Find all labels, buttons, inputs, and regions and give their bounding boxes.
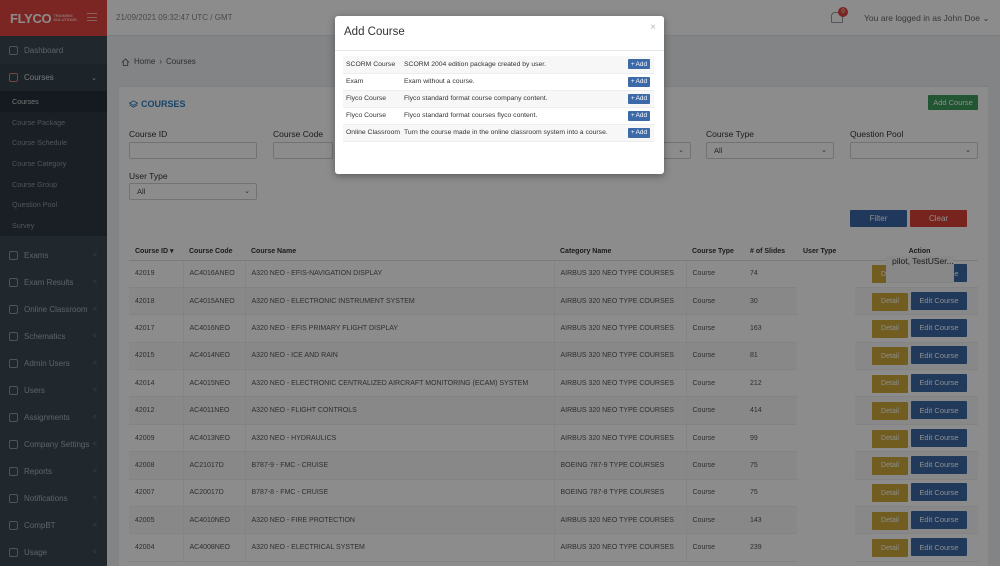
modal-divider <box>335 50 664 51</box>
course-type-description: Flyco standard format courses flyco cont… <box>404 107 624 125</box>
plus-icon: + <box>630 129 635 136</box>
add-course-type-button[interactable]: + Add <box>627 59 650 70</box>
course-type-row: Flyco Course Flyco standard format course… <box>343 90 654 108</box>
plus-icon: + <box>630 60 635 68</box>
plus-icon: + <box>630 78 635 85</box>
course-type-name: Online Classroom <box>343 124 404 142</box>
close-icon[interactable]: × <box>650 22 656 33</box>
course-type-description: Flyco standard format course company con… <box>404 90 624 108</box>
plus-icon: + <box>630 112 635 119</box>
course-type-name: Exam <box>343 73 404 91</box>
course-type-row: Online Classroom Turn the course made in … <box>343 124 654 142</box>
plus-icon: + <box>630 95 635 102</box>
course-type-description: SCORM 2004 edition package created by us… <box>404 56 624 74</box>
course-type-action: + Add <box>624 56 654 74</box>
course-type-row: Exam Exam without a course. + Add <box>343 73 654 91</box>
course-type-description: Exam without a course. <box>404 73 624 91</box>
course-type-action: + Add <box>624 73 654 91</box>
add-course-type-button[interactable]: + Add <box>627 76 650 87</box>
add-course-type-button[interactable]: + Add <box>627 110 650 121</box>
course-type-row: SCORM Course SCORM 2004 edition package c… <box>343 56 654 74</box>
course-type-description: Turn the course made in the online class… <box>404 124 624 142</box>
course-type-row: Flyco Course Flyco standard format course… <box>343 107 654 125</box>
course-type-action: + Add <box>624 124 654 142</box>
course-type-action: + Add <box>624 107 654 125</box>
course-type-name: Flyco Course <box>343 90 404 108</box>
add-course-modal: Add Course × SCORM Course SCORM 2004 edit… <box>335 16 664 174</box>
course-type-table: SCORM Course SCORM 2004 edition package c… <box>343 56 654 142</box>
course-type-list: SCORM Course SCORM 2004 edition package c… <box>343 56 654 142</box>
add-course-type-button[interactable]: + Add <box>627 93 650 104</box>
modal-title: Add Course <box>344 26 405 38</box>
course-type-action: + Add <box>624 90 654 108</box>
add-course-type-button[interactable]: + Add <box>627 127 650 138</box>
course-type-name: SCORM Course <box>343 56 404 74</box>
course-type-name: Flyco Course <box>343 107 404 125</box>
